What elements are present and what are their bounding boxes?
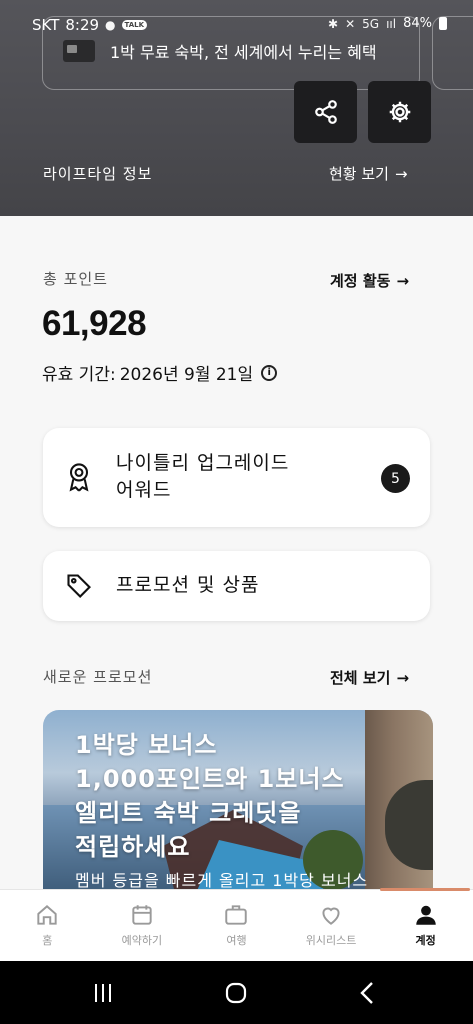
view-all-link-label: 전체 보기 bbox=[330, 669, 391, 687]
nav-label-trips: 여행 bbox=[226, 934, 247, 947]
account-header: SKT 8:29 ● TALK ✱ ✕ 5G ııl 84% 1박 무료 숙박,… bbox=[0, 0, 473, 216]
arrow-right-icon: → bbox=[396, 668, 410, 687]
tag-icon bbox=[67, 574, 91, 598]
promo-headline-line2: 1,000포인트와 1보너스 bbox=[75, 765, 345, 793]
settings-button[interactable] bbox=[368, 81, 431, 143]
nav-label-book: 예약하기 bbox=[121, 934, 163, 947]
lifetime-info-label: 라이프타임 정보 bbox=[43, 165, 153, 183]
active-tab-indicator bbox=[380, 888, 470, 891]
credit-card-thumbnail bbox=[63, 40, 95, 62]
promo-headline-line1: 1박당 보너스 bbox=[75, 731, 218, 759]
expiry-row: 유효 기간: 2026년 9월 21일 i bbox=[42, 360, 278, 385]
points-value: 61,928 bbox=[42, 304, 147, 343]
home-icon bbox=[37, 905, 57, 925]
promo-headline: 1박당 보너스 1,000포인트와 1보너스 엘리트 숙박 크레딧을 적립하세요 bbox=[75, 728, 345, 864]
recent-apps-icon bbox=[95, 984, 111, 1002]
account-activity-link[interactable]: 계정 활동 → bbox=[330, 270, 409, 291]
info-icon[interactable]: i bbox=[261, 364, 278, 381]
nav-item-book[interactable]: 예약하기 bbox=[95, 890, 190, 961]
upgrade-count-badge: 5 bbox=[381, 464, 410, 493]
back-chevron-icon bbox=[360, 982, 373, 1004]
promotion-image-card[interactable]: 1박당 보너스 1,000포인트와 1보너스 엘리트 숙박 크레딧을 적립하세요… bbox=[43, 710, 433, 890]
expiry-date: 2026년 9월 21일 bbox=[119, 365, 254, 385]
promotions-card-title: 프로모션 및 상품 bbox=[116, 574, 260, 596]
nav-item-wishlist[interactable]: 위시리스트 bbox=[284, 890, 379, 961]
upgrade-card-title-line1: 나이틀리 업그레이드 bbox=[116, 452, 290, 474]
view-all-promotions-link[interactable]: 전체 보기 → bbox=[330, 667, 409, 688]
arrow-right-icon: → bbox=[396, 271, 410, 290]
calendar-icon bbox=[132, 905, 152, 925]
nav-label-wishlist: 위시리스트 bbox=[305, 934, 357, 947]
nav-item-account[interactable]: 계정 bbox=[378, 890, 473, 961]
arrow-right-icon: → bbox=[394, 164, 408, 183]
lifetime-status-link-label: 현황 보기 bbox=[329, 165, 389, 183]
promo-subtext: 멤버 등급을 빠르게 올리고 1박당 보너스 bbox=[75, 871, 369, 890]
upgrade-awards-card[interactable]: 나이틀리 업그레이드 어워드 5 bbox=[43, 428, 430, 527]
nav-label-account: 계정 bbox=[415, 934, 436, 947]
nav-item-home[interactable]: 홈 bbox=[0, 890, 95, 961]
bottom-navigation: 홈 예약하기 여행 위시리스트 계정 bbox=[0, 888, 473, 961]
person-icon bbox=[415, 905, 436, 925]
gear-icon bbox=[389, 101, 410, 123]
expiry-label: 유효 기간: bbox=[42, 365, 116, 385]
total-points-label: 총 포인트 bbox=[43, 270, 108, 288]
award-ribbon-icon bbox=[69, 463, 89, 492]
back-button[interactable] bbox=[353, 979, 383, 1007]
recent-apps-button[interactable] bbox=[88, 979, 118, 1007]
home-circle-icon bbox=[225, 982, 247, 1004]
promo-photo-wall bbox=[365, 710, 433, 890]
nav-label-home: 홈 bbox=[42, 934, 53, 947]
lifetime-status-link[interactable]: 현황 보기 → bbox=[329, 163, 408, 184]
system-navigation-bar bbox=[0, 961, 473, 1024]
nav-item-trips[interactable]: 여행 bbox=[189, 890, 284, 961]
account-activity-link-label: 계정 활동 bbox=[330, 272, 391, 290]
promotions-and-offers-card[interactable]: 프로모션 및 상품 bbox=[43, 551, 430, 621]
heart-icon bbox=[322, 907, 340, 925]
new-promotions-label: 새로운 프로모션 bbox=[43, 668, 153, 686]
share-icon bbox=[314, 100, 337, 124]
share-button[interactable] bbox=[294, 81, 357, 143]
suitcase-icon bbox=[225, 905, 248, 925]
promo-banner-card[interactable]: 1박 무료 숙박, 전 세계에서 누리는 혜택 bbox=[42, 16, 420, 90]
promo-banner-text: 1박 무료 숙박, 전 세계에서 누리는 혜택 bbox=[110, 43, 377, 62]
promo-headline-line4: 적립하세요 bbox=[75, 833, 191, 861]
upgrade-card-title-line2: 어워드 bbox=[116, 479, 172, 501]
promo-banner-card-next[interactable] bbox=[432, 16, 473, 90]
promo-headline-line3: 엘리트 숙박 크레딧을 bbox=[75, 799, 302, 827]
home-button[interactable] bbox=[221, 979, 251, 1007]
